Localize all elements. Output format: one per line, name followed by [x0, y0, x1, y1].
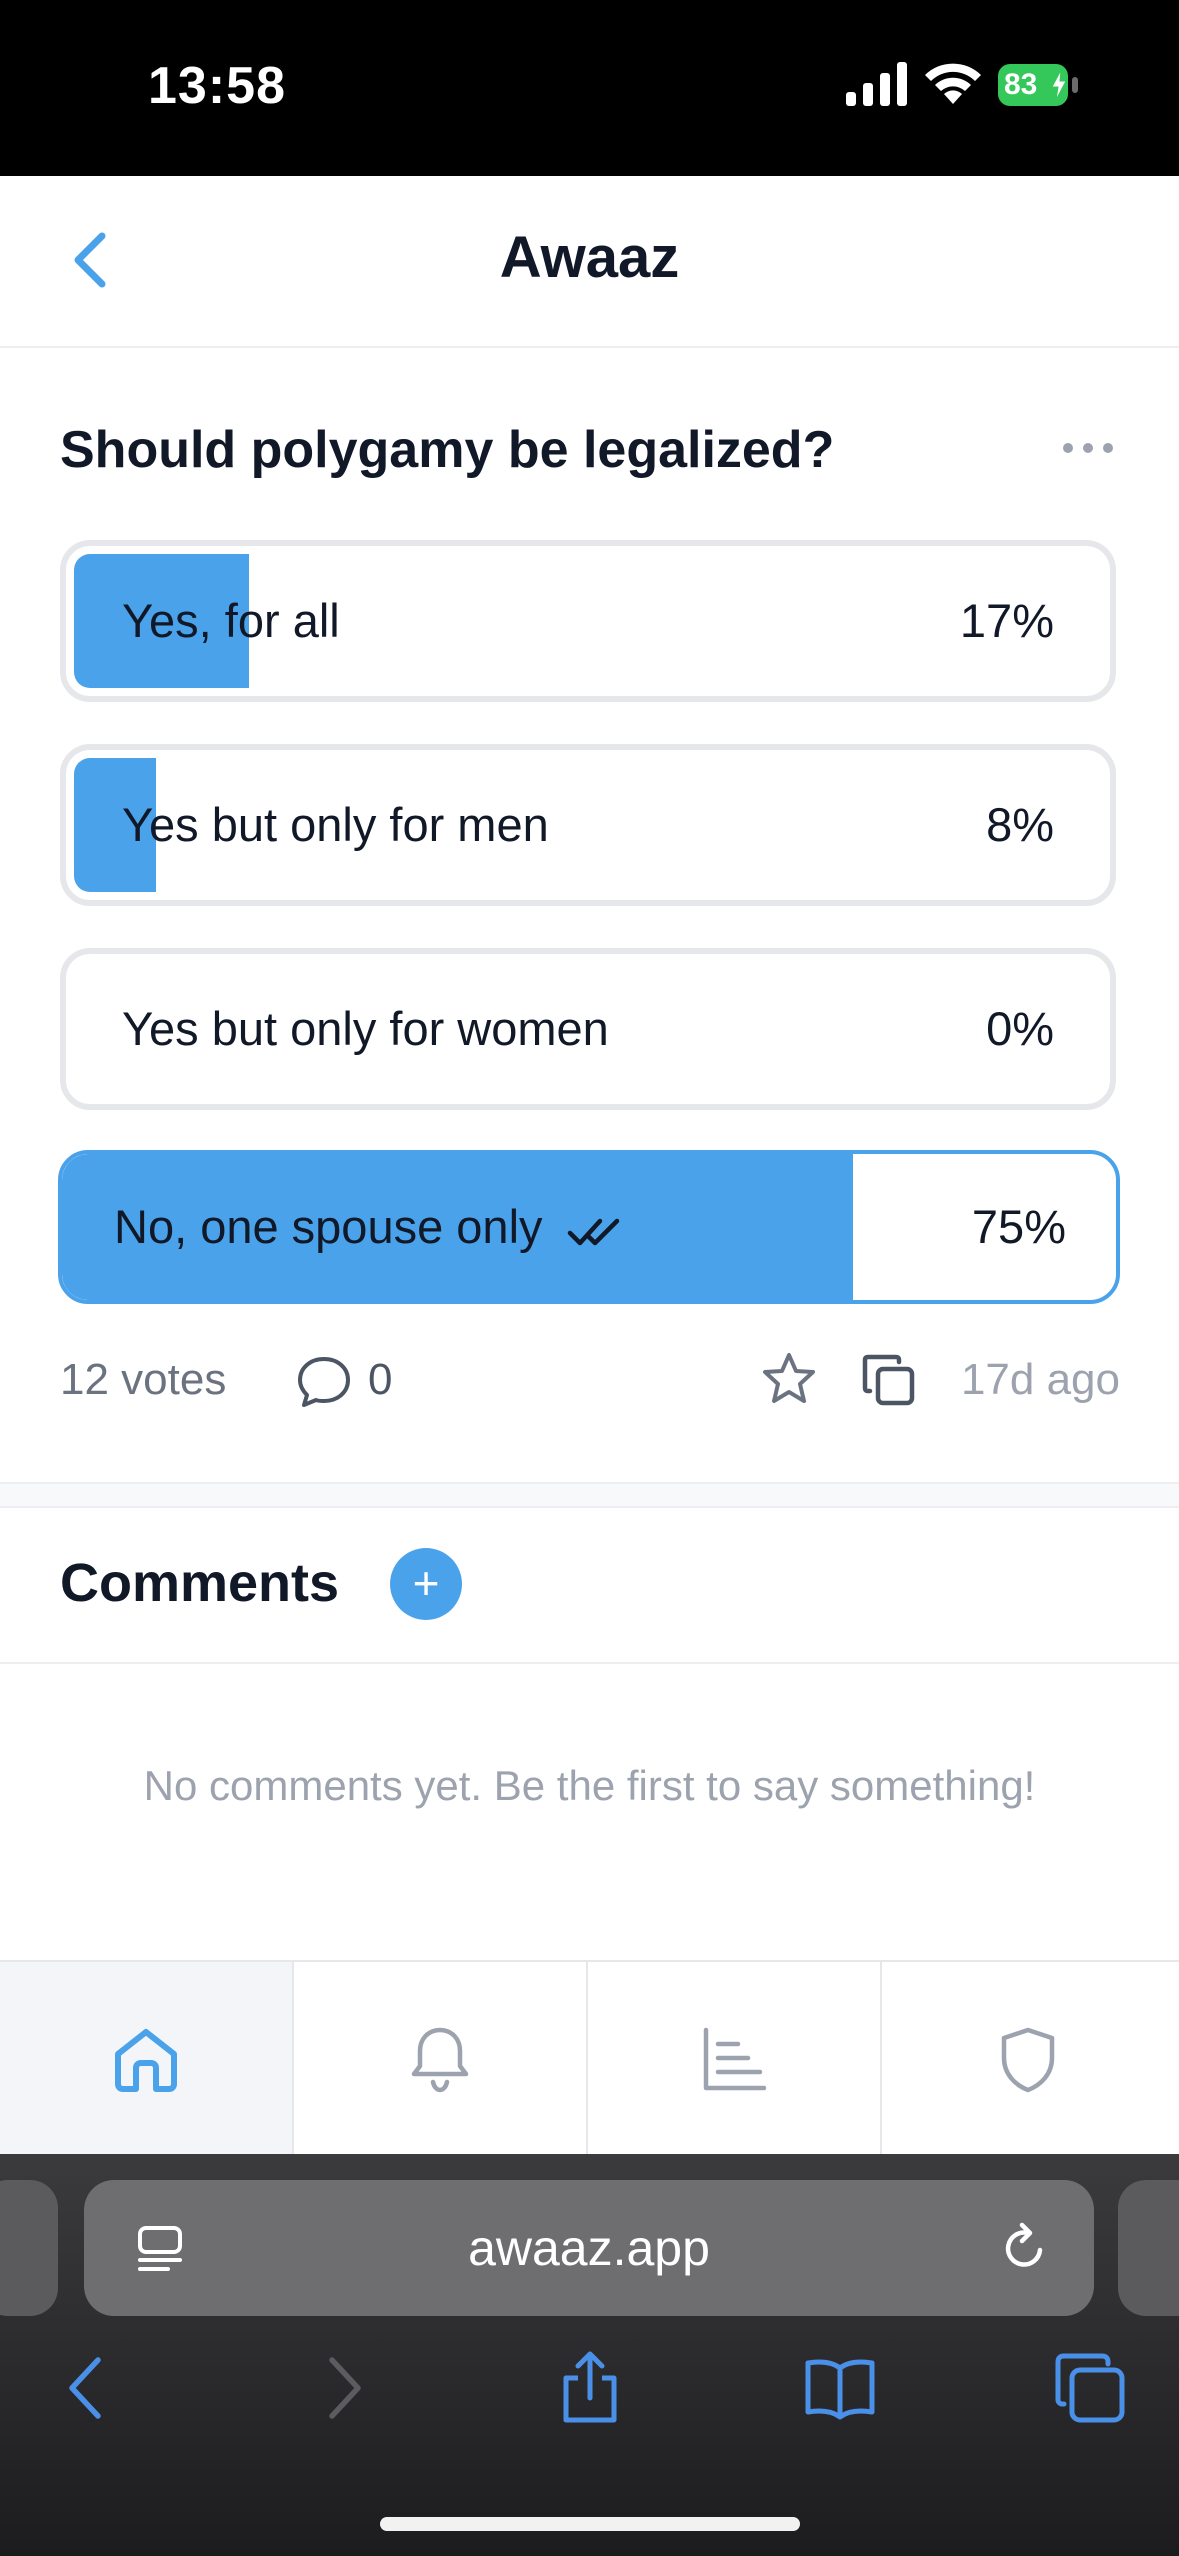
next-tab-preview[interactable] [1118, 2180, 1179, 2316]
poll-option-percent: 75% [971, 1200, 1066, 1253]
vote-count: 12 votes [60, 1355, 227, 1404]
status-bar: 13:58 83 [0, 0, 1179, 176]
poll-option-label: No, one spouse only [114, 1154, 623, 1300]
share-icon[interactable] [552, 2350, 628, 2426]
app-header: Awaaz [0, 176, 1179, 348]
browser-forward-icon[interactable] [304, 2350, 380, 2426]
poll-option-selected[interactable]: No, one spouse only 75% [58, 1150, 1120, 1304]
empty-comments-message: No comments yet. Be the first to say som… [143, 1762, 1036, 1809]
tab-home[interactable] [0, 1962, 294, 2156]
bell-icon [411, 2027, 469, 2093]
home-indicator [380, 2517, 800, 2531]
tab-moderation[interactable] [882, 1962, 1179, 2156]
reload-icon[interactable] [996, 2220, 1052, 2276]
poll-question: Should polygamy be legalized? [60, 421, 835, 479]
tab-notifications[interactable] [294, 1962, 588, 2156]
poll-option-percent: 8% [986, 798, 1054, 851]
address-bar[interactable]: awaaz.app [84, 2180, 1094, 2316]
url-text: awaaz.app [468, 2220, 710, 2276]
poll-option[interactable]: Yes but only for men 8% [60, 744, 1116, 906]
comments-divider [0, 1662, 1179, 1664]
add-comment-button[interactable]: + [390, 1548, 462, 1620]
poll-option[interactable]: Yes, for all 17% [60, 540, 1116, 702]
browser-back-icon[interactable] [50, 2350, 126, 2426]
battery-cap [1072, 77, 1078, 93]
poll-meta-row: 12 votes 0 17d ago [60, 1345, 1120, 1415]
comment-count: 0 [368, 1355, 393, 1404]
more-options-icon[interactable] [1062, 436, 1114, 460]
shield-icon [1001, 2027, 1055, 2093]
poll-option-label: Yes but only for women [122, 1002, 609, 1055]
status-time: 13:58 [148, 57, 286, 115]
page-title: Awaaz [499, 225, 680, 290]
poll-option-percent: 17% [959, 594, 1054, 647]
double-check-icon [567, 1218, 619, 1245]
tabs-icon[interactable] [1052, 2350, 1128, 2426]
poll-time-ago: 17d ago [960, 1355, 1120, 1404]
poll-option[interactable]: Yes but only for women 0% [60, 948, 1116, 1110]
comment-bubble-icon[interactable] [296, 1355, 352, 1409]
poll-option-label: Yes, for all [122, 594, 340, 647]
battery-indicator: 83 [998, 64, 1084, 106]
bookmarks-icon[interactable] [802, 2350, 878, 2426]
tab-stats[interactable] [588, 1962, 882, 2156]
poll-option-percent: 0% [986, 1002, 1054, 1055]
previous-tab-preview[interactable] [0, 2180, 58, 2316]
poll-option-label-text: No, one spouse only [114, 1200, 543, 1253]
home-icon [115, 2029, 177, 2092]
cellular-signal-icon [846, 62, 907, 106]
copy-icon[interactable] [860, 1351, 918, 1409]
star-icon[interactable] [760, 1351, 818, 1407]
wifi-icon [925, 63, 981, 104]
charging-bolt-icon [1051, 70, 1067, 100]
section-divider [0, 1482, 1179, 1508]
comments-title: Comments [60, 1553, 340, 1613]
chart-icon [703, 2027, 767, 2091]
poll-option-label: Yes but only for men [122, 798, 549, 851]
bottom-tab-bar [0, 1960, 1179, 2156]
browser-toolbar: awaaz.app [0, 2154, 1179, 2556]
